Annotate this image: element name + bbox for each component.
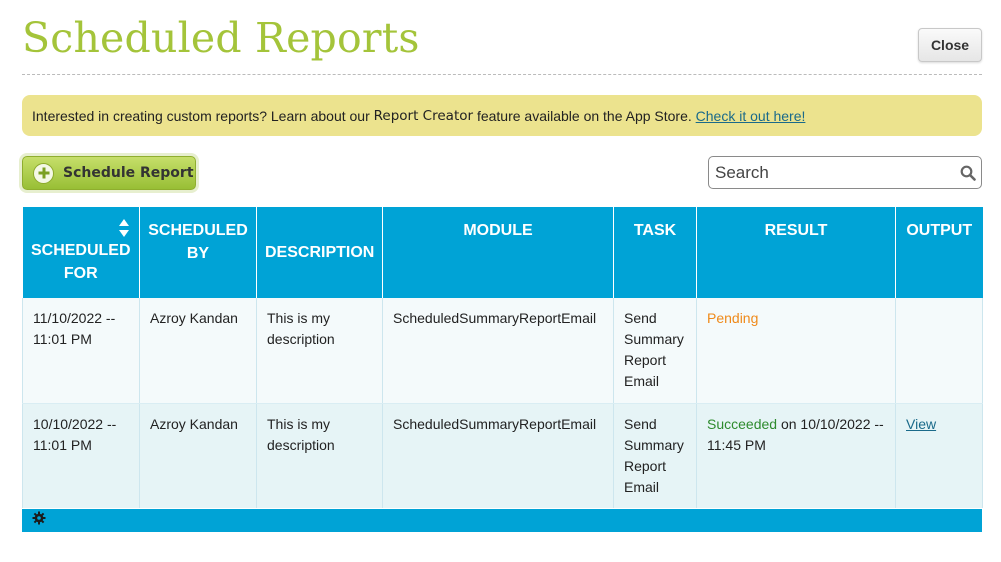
gear-icon[interactable] [32,511,46,530]
cell-task: Send Summary Report Email [613,403,697,508]
cell-scheduled-for: 10/10/2022 -- 11:01 PM [22,403,140,508]
schedule-report-button[interactable]: Schedule Report [22,156,196,190]
column-label: SCHEDULED BY [148,222,248,262]
column-header-task: TASK [613,207,697,298]
schedule-report-label: Schedule Report [63,165,194,181]
column-label: MODULE [463,222,533,239]
column-header-result: RESULT [696,207,896,298]
table-row: 11/10/2022 -- 11:01 PM Azroy Kandan This… [22,298,983,404]
cell-module: ScheduledSummaryReportEmail [382,403,614,508]
table-row: 10/10/2022 -- 11:01 PM Azroy Kandan This… [22,403,983,508]
column-label: SCHEDULED FOR [30,242,131,282]
table-header-row: SCHEDULED FOR SCHEDULED BY DESCRIPTION M… [22,207,983,298]
column-label: DESCRIPTION [265,244,375,261]
column-header-module: MODULE [382,207,614,298]
reports-table: SCHEDULED FOR SCHEDULED BY DESCRIPTION M… [22,207,983,508]
page-title: Scheduled Reports [22,14,420,62]
search-box [708,156,982,189]
search-icon[interactable] [955,165,981,181]
info-banner: Interested in creating custom reports? L… [22,95,982,136]
table-footer [22,509,982,532]
view-output-link[interactable]: View [906,416,936,432]
cell-scheduled-for: 11/10/2022 -- 11:01 PM [22,298,140,404]
cell-description: This is my description [256,298,383,404]
column-header-scheduled-for[interactable]: SCHEDULED FOR [22,207,140,298]
banner-text: Interested in creating custom reports? L… [32,107,370,124]
cell-scheduled-by: Azroy Kandan [139,298,257,404]
result-status-succeeded: Succeeded [707,415,778,432]
column-header-output: OUTPUT [895,207,983,298]
cell-description: This is my description [256,403,383,508]
cell-output: View [895,403,983,508]
plus-icon [33,162,54,184]
banner-text-after: feature available on the App Store. [476,107,692,124]
app-store-link[interactable]: Check it out here! [696,108,806,124]
banner-feature-name: Report Creator [373,107,474,124]
sort-icon[interactable] [119,219,129,244]
cell-result: Succeeded on 10/10/2022 -- 11:45 PM [696,403,896,508]
column-header-description: DESCRIPTION [256,207,383,298]
column-label: TASK [633,222,677,239]
cell-output [895,298,983,404]
close-button[interactable]: Close [918,28,982,62]
cell-scheduled-by: Azroy Kandan [139,403,257,508]
cell-module: ScheduledSummaryReportEmail [382,298,614,404]
result-status-pending: Pending [707,310,759,326]
title-divider [22,74,982,75]
search-input[interactable] [709,157,955,188]
cell-task: Send Summary Report Email [613,298,697,404]
column-header-scheduled-by: SCHEDULED BY [139,207,257,298]
column-label: RESULT [764,222,828,239]
column-label: OUTPUT [906,222,973,239]
cell-result: Pending [696,298,896,404]
